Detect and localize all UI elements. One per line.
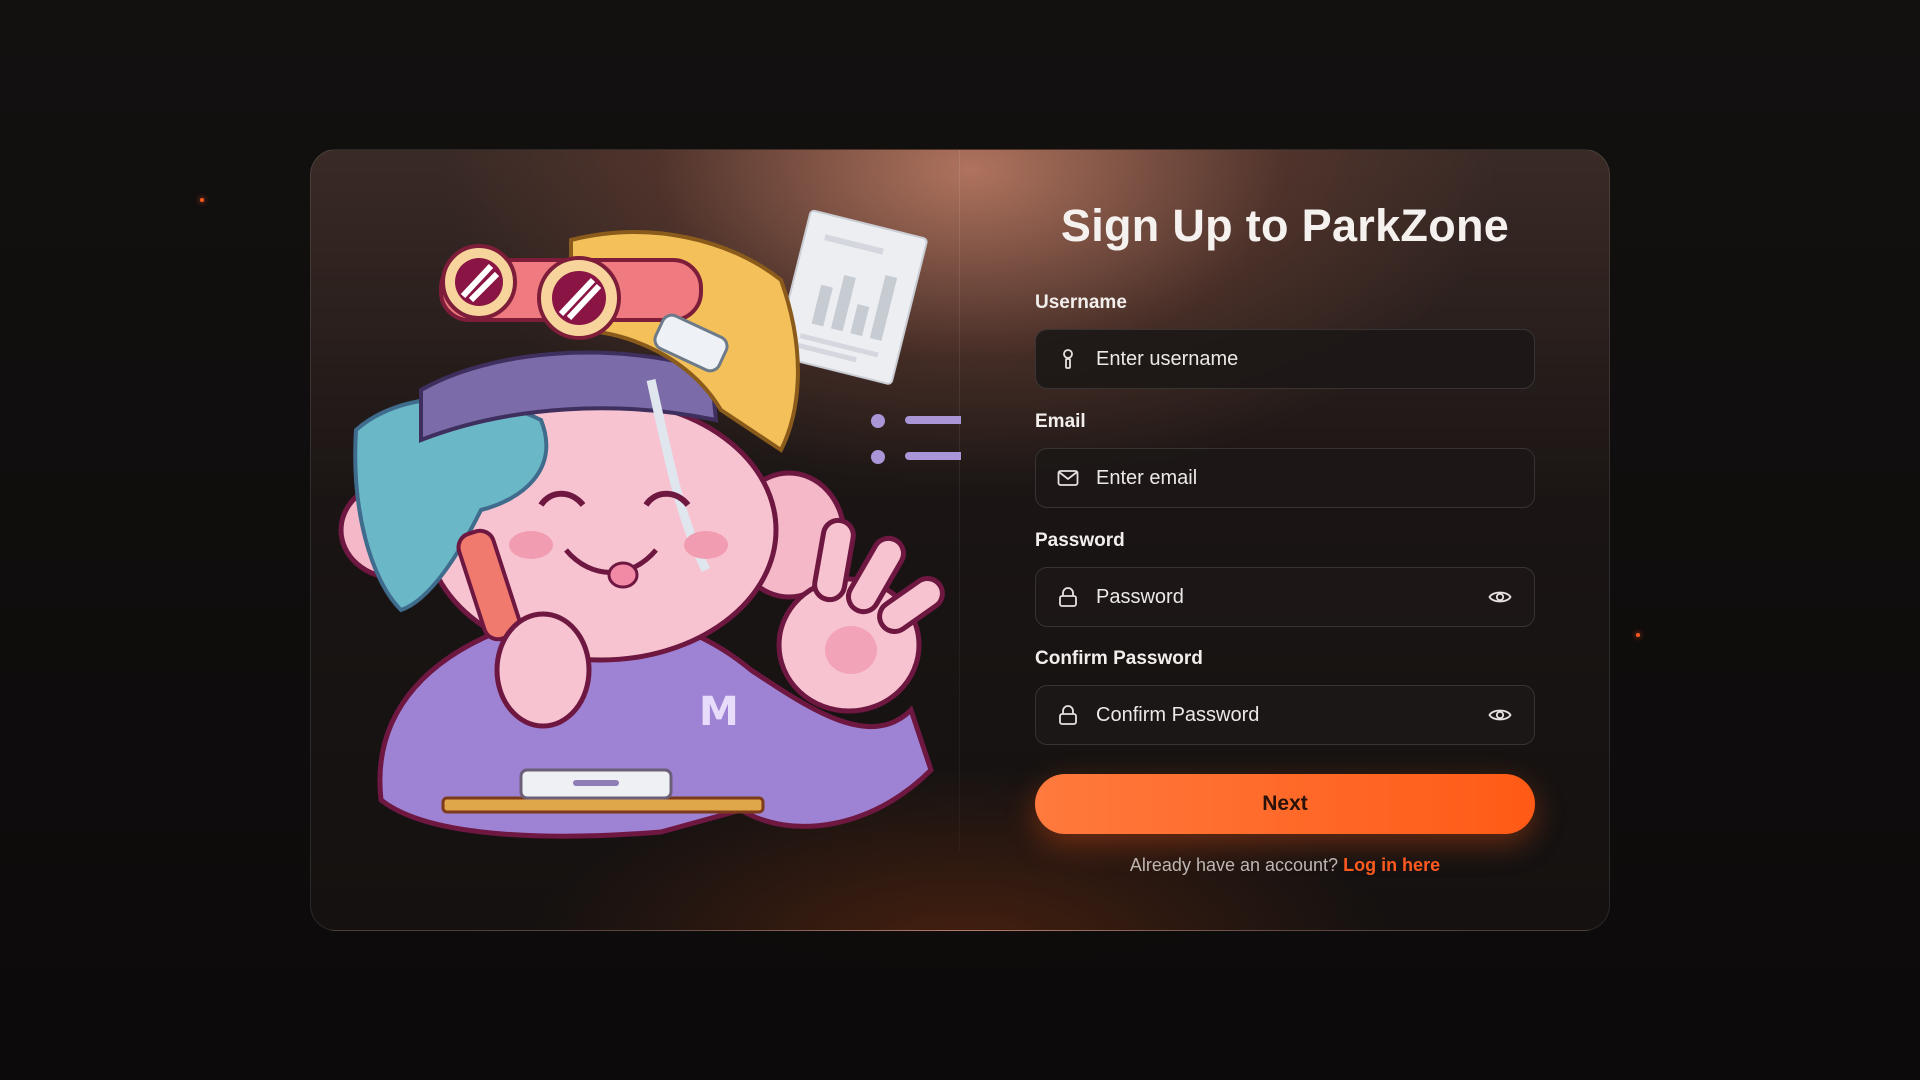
password-input[interactable] [1080, 568, 1486, 626]
sweater-badge: M [699, 689, 739, 735]
login-prompt: Already have an account? Log in here [1035, 855, 1535, 876]
confirm-password-label: Confirm Password [1035, 648, 1203, 669]
email-field[interactable] [1035, 448, 1535, 508]
email-input[interactable] [1080, 449, 1534, 507]
mail-icon [1056, 466, 1080, 490]
mascot-illustration: M [338, 209, 961, 839]
desk [441, 796, 765, 814]
username-input[interactable] [1080, 330, 1534, 388]
password-label: Password [1035, 530, 1125, 551]
ember-particle [200, 198, 204, 202]
lock-icon [1056, 585, 1080, 609]
confirm-password-input[interactable] [1080, 686, 1486, 744]
confirm-password-field[interactable] [1035, 685, 1535, 745]
lock-icon [1056, 703, 1080, 727]
password-field[interactable] [1035, 567, 1535, 627]
eye-icon[interactable] [1486, 583, 1514, 611]
page-title: Sign Up to ParkZone [1060, 200, 1510, 251]
list-icon [871, 414, 961, 464]
eye-icon[interactable] [1486, 701, 1514, 729]
login-prompt-text: Already have an account? [1129, 855, 1339, 875]
username-field[interactable] [1035, 329, 1535, 389]
ember-particle [1636, 633, 1640, 637]
signup-card: M Sign Up to ParkZone Username Enter use… [310, 149, 1610, 931]
login-link[interactable]: Log in here [1343, 855, 1440, 875]
mascot-hand-left [494, 611, 592, 729]
next-button[interactable]: Next [1035, 774, 1535, 834]
username-label: Username [1035, 292, 1127, 313]
email-label: Email [1035, 411, 1086, 432]
key-icon [1056, 347, 1080, 371]
